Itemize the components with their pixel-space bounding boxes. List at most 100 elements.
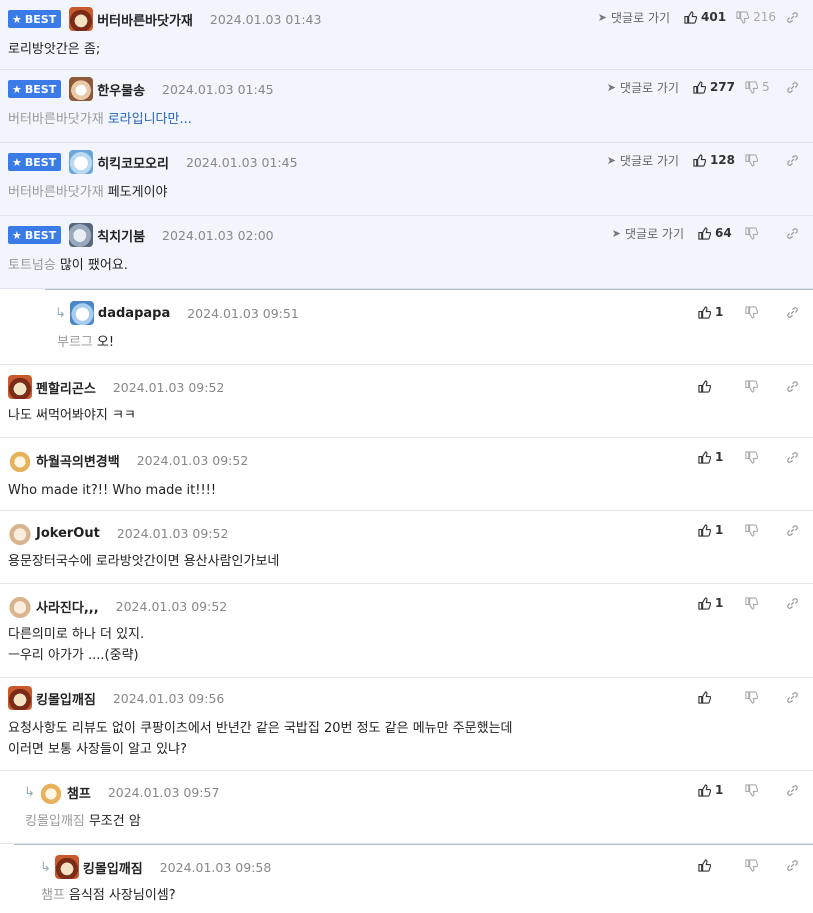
thumbs-down-icon[interactable]: [745, 596, 758, 610]
thumbs-up-icon[interactable]: [684, 10, 698, 24]
thumbs-up-icon[interactable]: [698, 858, 711, 872]
avatar[interactable]: [69, 223, 94, 247]
comment-actions: [698, 688, 799, 706]
thumbs-up-icon[interactable]: [698, 379, 711, 393]
dislike-count: 216: [753, 10, 776, 24]
nickname[interactable]: 칙치기붐: [97, 226, 145, 245]
thumbs-up-icon[interactable]: [698, 523, 711, 537]
comment-body: 요청사항도 리뷰도 없이 쿠팡이츠에서 반년간 같은 국밥집 20번 정도 같은…: [8, 721, 513, 757]
reply-target[interactable]: 버터바른바닷가재: [8, 112, 104, 127]
link-icon[interactable]: [786, 306, 799, 319]
like-count: 1: [715, 450, 724, 464]
thumbs-up-icon[interactable]: [693, 153, 706, 167]
comment-body: Who made it?!! Who made it!!!!: [8, 483, 217, 498]
thumbs-up-icon[interactable]: [698, 596, 711, 610]
thumbs-down-icon[interactable]: [745, 379, 758, 393]
comment-date: 2024.01.03 01:45: [162, 81, 274, 97]
thumbs-up-icon[interactable]: [698, 450, 711, 464]
nickname[interactable]: 하월곡의변경백: [36, 451, 120, 470]
comment-item: ★ BEST 버터바른바닷가재 2024.01.03 01:43 로리방앗간은 좀…: [0, 0, 813, 70]
thumbs-up-icon[interactable]: [698, 690, 711, 704]
link-icon[interactable]: [786, 227, 799, 240]
avatar[interactable]: [69, 7, 94, 31]
thumbs-down-icon[interactable]: [745, 80, 758, 94]
reply-target[interactable]: 버터바른바닷가재: [8, 185, 104, 200]
nickname[interactable]: 한우물송: [97, 80, 145, 99]
thumbs-up-icon[interactable]: [698, 783, 711, 797]
thumbs-down-icon[interactable]: [745, 783, 758, 797]
dislike-count: 5: [762, 80, 770, 94]
nickname[interactable]: 킹몰입깨짐: [36, 689, 96, 708]
comment-item: 펜할리곤스 2024.01.03 09:52 나도 써먹어봐야지 ㅋㅋ: [0, 365, 813, 438]
nickname[interactable]: 킹몰입깨짐: [83, 858, 143, 877]
comment-item: ★ BEST 한우물송 2024.01.03 01:45 버터바른바닷가재 로라입니…: [0, 70, 813, 143]
avatar[interactable]: [8, 594, 32, 618]
avatar[interactable]: [8, 448, 32, 472]
comment-actions: 1: [698, 594, 799, 612]
comment-header: 하월곡의변경백 2024.01.03 09:52: [8, 448, 248, 472]
comment-body: 버터바른바닷가재 로라입니다만...: [8, 112, 192, 127]
reply-arrow-icon: ↳: [24, 784, 35, 800]
thumbs-down-icon[interactable]: [745, 153, 758, 167]
goto-reply-button[interactable]: ➤ 댓글로 가기: [607, 152, 679, 169]
link-icon[interactable]: [786, 597, 799, 610]
comment-actions: 1: [698, 781, 799, 799]
goto-reply-button[interactable]: ➤ 댓글로 가기: [598, 9, 670, 26]
thumbs-down-icon[interactable]: [745, 305, 758, 319]
thumbs-down-icon[interactable]: [745, 690, 758, 704]
goto-reply-button[interactable]: ➤ 댓글로 가기: [607, 79, 679, 96]
reply-target[interactable]: 킹몰입깨짐: [25, 814, 85, 829]
link-icon[interactable]: [786, 380, 799, 393]
comment-header: ★ BEST 한우물송 2024.01.03 01:45: [8, 77, 274, 101]
comment-actions: 1: [698, 448, 799, 466]
send-icon: ➤: [597, 10, 608, 24]
divider: [14, 844, 813, 845]
like-count: 1: [715, 783, 724, 797]
avatar[interactable]: [54, 855, 79, 879]
best-badge: ★ BEST: [8, 10, 62, 28]
thumbs-up-icon[interactable]: [693, 80, 706, 94]
comment-item: 킹몰입깨짐 2024.01.03 09:56 요청사항도 리뷰도 없이 쿠팡이츠…: [0, 678, 813, 771]
link-icon[interactable]: [786, 11, 799, 24]
nickname[interactable]: 사라진다,,,: [36, 597, 99, 616]
nickname[interactable]: dadapapa: [98, 306, 170, 321]
link-icon[interactable]: [786, 691, 799, 704]
link-icon[interactable]: [786, 524, 799, 537]
thumbs-down-icon[interactable]: [736, 10, 750, 24]
comment-item: JokerOut 2024.01.03 09:52 용문장터국수에 로라방앗간이…: [0, 511, 813, 584]
comment-header: 사라진다,,, 2024.01.03 09:52: [8, 594, 227, 618]
star-icon: ★: [12, 155, 22, 169]
avatar[interactable]: [8, 686, 32, 710]
link-icon[interactable]: [786, 784, 799, 797]
reply-target[interactable]: 토트넘승: [8, 258, 56, 273]
reply-target[interactable]: 챔프: [41, 888, 65, 903]
nickname[interactable]: JokerOut: [36, 526, 100, 541]
avatar[interactable]: [38, 780, 63, 804]
reply-arrow-icon: ↳: [40, 859, 51, 875]
thumbs-up-icon[interactable]: [698, 226, 711, 240]
nickname[interactable]: 챔프: [67, 783, 91, 802]
nickname[interactable]: 펜할리곤스: [36, 378, 96, 397]
nickname[interactable]: 히킥코모오리: [97, 153, 169, 172]
goto-reply-button[interactable]: ➤ 댓글로 가기: [612, 225, 684, 242]
avatar[interactable]: [69, 77, 94, 101]
avatar[interactable]: [69, 301, 94, 325]
thumbs-down-icon[interactable]: [745, 523, 758, 537]
nickname[interactable]: 버터바른바닷가재: [97, 10, 193, 29]
link-icon[interactable]: [786, 859, 799, 872]
avatar[interactable]: [69, 150, 94, 174]
reply-target[interactable]: 부르그: [57, 335, 93, 350]
link-icon[interactable]: [786, 81, 799, 94]
link-icon[interactable]: [786, 451, 799, 464]
avatar[interactable]: [8, 375, 32, 399]
thumbs-down-icon[interactable]: [745, 450, 758, 464]
thumbs-down-icon[interactable]: [745, 226, 758, 240]
comment-actions: [698, 377, 799, 395]
reply-arrow-icon: ↳: [55, 305, 66, 321]
thumbs-up-icon[interactable]: [698, 305, 711, 319]
thumbs-down-icon[interactable]: [745, 858, 758, 872]
comment-actions: 1: [698, 303, 799, 321]
avatar[interactable]: [8, 521, 32, 545]
comment-header: JokerOut 2024.01.03 09:52: [8, 521, 228, 545]
link-icon[interactable]: [786, 154, 799, 167]
